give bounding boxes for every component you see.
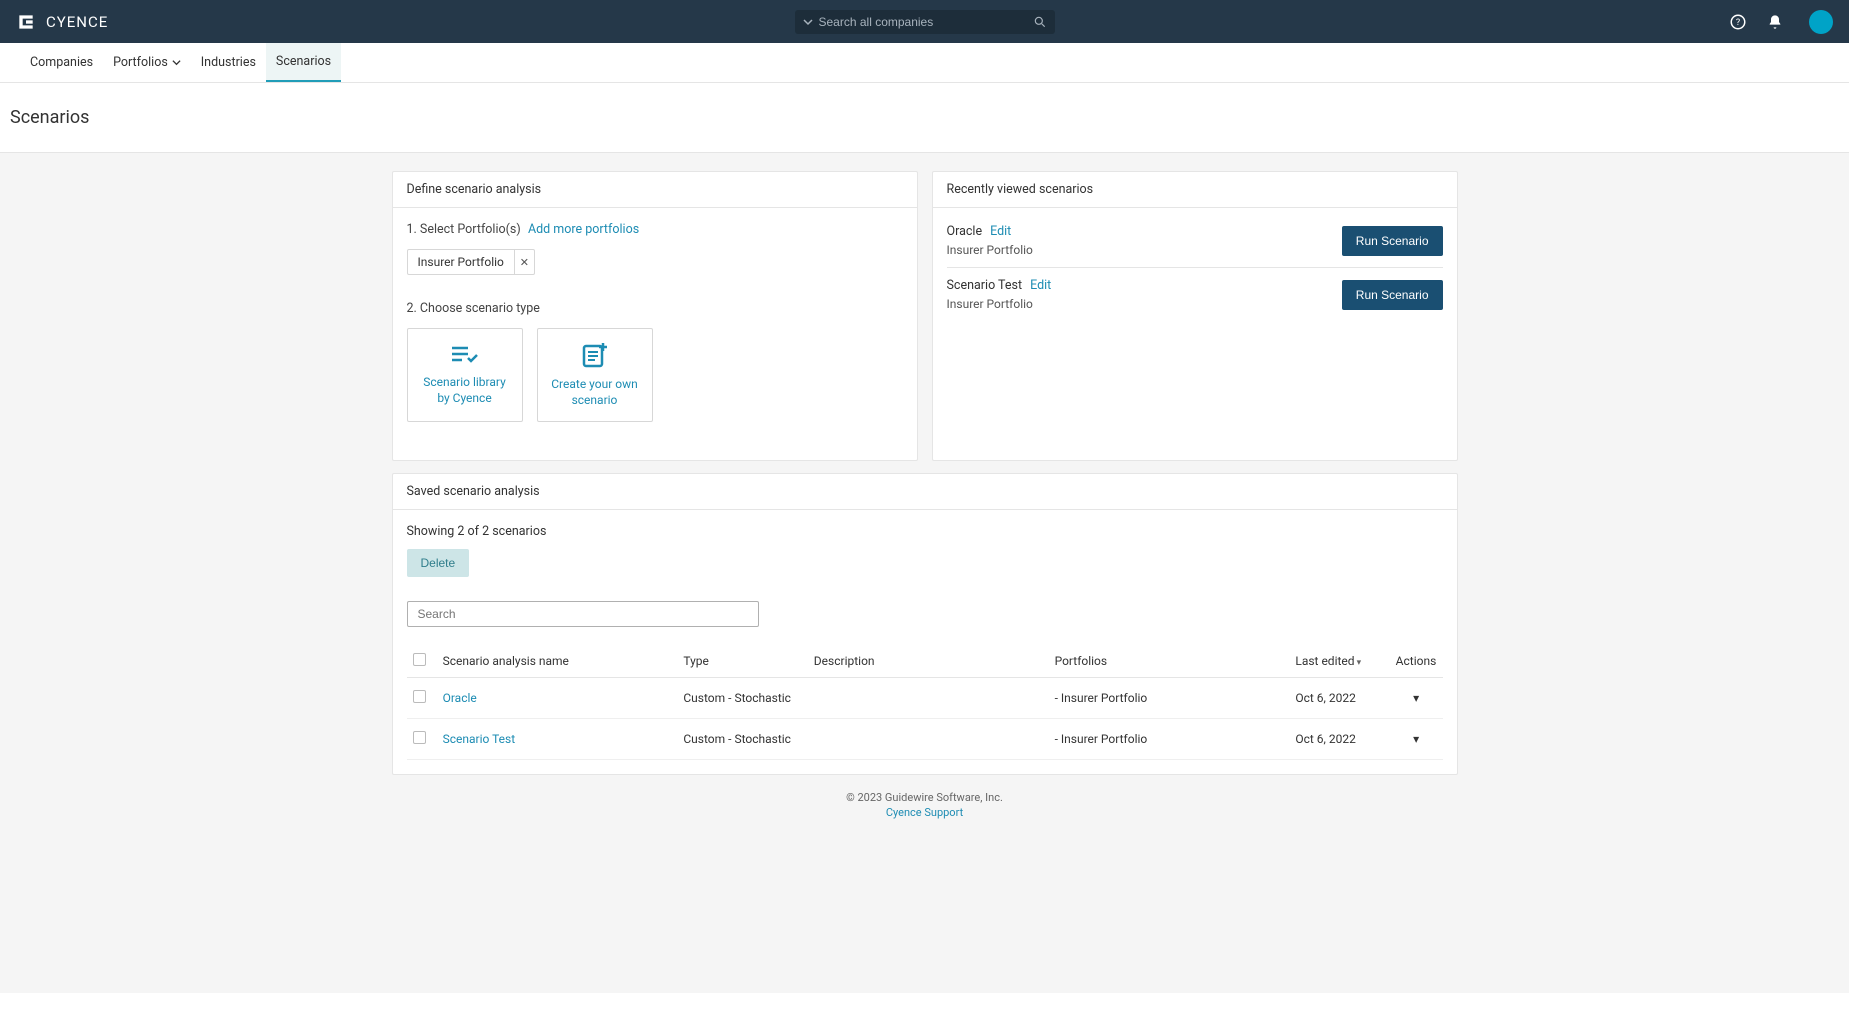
recent-name: Oracle xyxy=(947,224,983,239)
brand[interactable]: CYENCE xyxy=(16,12,108,32)
saved-count: Showing 2 of 2 scenarios xyxy=(407,524,1443,539)
nav-scenarios[interactable]: Scenarios xyxy=(266,43,341,82)
table-row: Scenario Test Custom - Stochastic - Insu… xyxy=(407,719,1443,760)
sort-desc-icon: ▾ xyxy=(1357,658,1362,668)
row-portfolios: - Insurer Portfolio xyxy=(1049,678,1290,719)
row-checkbox[interactable] xyxy=(413,731,426,744)
col-type[interactable]: Type xyxy=(677,645,807,678)
row-last-edited: Oct 6, 2022 xyxy=(1289,678,1389,719)
select-all-checkbox[interactable] xyxy=(413,653,426,666)
tile-create[interactable]: Create your own scenario xyxy=(537,328,653,422)
col-last-edited[interactable]: Last edited▾ xyxy=(1289,645,1389,678)
recent-card-header: Recently viewed scenarios xyxy=(933,172,1457,208)
row-portfolios: - Insurer Portfolio xyxy=(1049,719,1290,760)
col-actions: Actions xyxy=(1390,645,1443,678)
tile-library-label: Scenario library by Cyence xyxy=(418,374,512,406)
row-description xyxy=(808,678,1049,719)
row-actions-menu[interactable]: ▾ xyxy=(1390,678,1443,719)
chevron-down-icon xyxy=(172,58,181,67)
run-scenario-button[interactable]: Run Scenario xyxy=(1342,280,1443,310)
define-card: Define scenario analysis 1. Select Portf… xyxy=(392,171,918,461)
search-icon[interactable] xyxy=(1033,15,1047,29)
row-checkbox[interactable] xyxy=(413,690,426,703)
row-actions-menu[interactable]: ▾ xyxy=(1390,719,1443,760)
saved-card: Saved scenario analysis Showing 2 of 2 s… xyxy=(392,473,1458,775)
help-icon[interactable]: ? xyxy=(1729,13,1747,31)
row-last-edited: Oct 6, 2022 xyxy=(1289,719,1389,760)
svg-text:?: ? xyxy=(1736,18,1740,28)
close-icon[interactable]: ✕ xyxy=(514,250,534,274)
edit-link[interactable]: Edit xyxy=(990,224,1011,239)
tile-library[interactable]: Scenario library by Cyence xyxy=(407,328,523,422)
row-type: Custom - Stochastic xyxy=(677,719,807,760)
page-title: Scenarios xyxy=(10,107,1839,128)
main-nav: Companies Portfolios Industries Scenario… xyxy=(0,43,1849,83)
row-description xyxy=(808,719,1049,760)
footer: © 2023 Guidewire Software, Inc. Cyence S… xyxy=(0,775,1849,835)
scenario-name-link[interactable]: Oracle xyxy=(443,691,477,705)
recent-item: Scenario Test Edit Insurer Portfolio Run… xyxy=(947,268,1443,321)
saved-card-header: Saved scenario analysis xyxy=(393,474,1457,510)
run-scenario-button[interactable]: Run Scenario xyxy=(1342,226,1443,256)
tile-create-label: Create your own scenario xyxy=(548,376,642,408)
table-row: Oracle Custom - Stochastic - Insurer Por… xyxy=(407,678,1443,719)
portfolio-chip: Insurer Portfolio ✕ xyxy=(407,249,535,275)
list-check-icon xyxy=(450,344,480,366)
header-actions: ? xyxy=(1729,10,1833,34)
nav-portfolios[interactable]: Portfolios xyxy=(103,43,191,82)
nav-companies[interactable]: Companies xyxy=(20,43,103,82)
global-search[interactable] xyxy=(795,10,1055,34)
col-portfolios[interactable]: Portfolios xyxy=(1049,645,1290,678)
saved-search-input[interactable] xyxy=(407,601,759,627)
bell-icon[interactable] xyxy=(1767,14,1783,30)
recent-portfolio: Insurer Portfolio xyxy=(947,243,1033,257)
define-card-header: Define scenario analysis xyxy=(393,172,917,208)
note-plus-icon xyxy=(581,342,609,368)
step2-label: 2. Choose scenario type xyxy=(407,301,540,316)
copyright: © 2023 Guidewire Software, Inc. xyxy=(0,791,1849,804)
edit-link[interactable]: Edit xyxy=(1030,278,1051,293)
recent-name: Scenario Test xyxy=(947,278,1023,293)
app-header: CYENCE ? xyxy=(0,0,1849,43)
chip-label: Insurer Portfolio xyxy=(408,255,514,269)
search-input[interactable] xyxy=(819,15,1033,29)
avatar[interactable] xyxy=(1809,10,1833,34)
recent-item: Oracle Edit Insurer Portfolio Run Scenar… xyxy=(947,214,1443,268)
delete-button[interactable]: Delete xyxy=(407,549,470,577)
brand-name: CYENCE xyxy=(46,13,108,31)
scenario-name-link[interactable]: Scenario Test xyxy=(443,732,516,746)
col-description[interactable]: Description xyxy=(808,645,1049,678)
col-name[interactable]: Scenario analysis name xyxy=(437,645,678,678)
logo-icon xyxy=(16,12,36,32)
support-link[interactable]: Cyence Support xyxy=(0,806,1849,819)
recent-portfolio: Insurer Portfolio xyxy=(947,297,1052,311)
nav-industries[interactable]: Industries xyxy=(191,43,266,82)
row-type: Custom - Stochastic xyxy=(677,678,807,719)
main-content: Define scenario analysis 1. Select Portf… xyxy=(0,153,1849,993)
recent-card: Recently viewed scenarios Oracle Edit In… xyxy=(932,171,1458,461)
step1-label: 1. Select Portfolio(s) xyxy=(407,222,521,237)
page-title-bar: Scenarios xyxy=(0,83,1849,153)
chevron-down-icon[interactable] xyxy=(803,17,813,27)
saved-table: Scenario analysis name Type Description … xyxy=(407,645,1443,760)
add-more-portfolios-link[interactable]: Add more portfolios xyxy=(528,222,639,237)
